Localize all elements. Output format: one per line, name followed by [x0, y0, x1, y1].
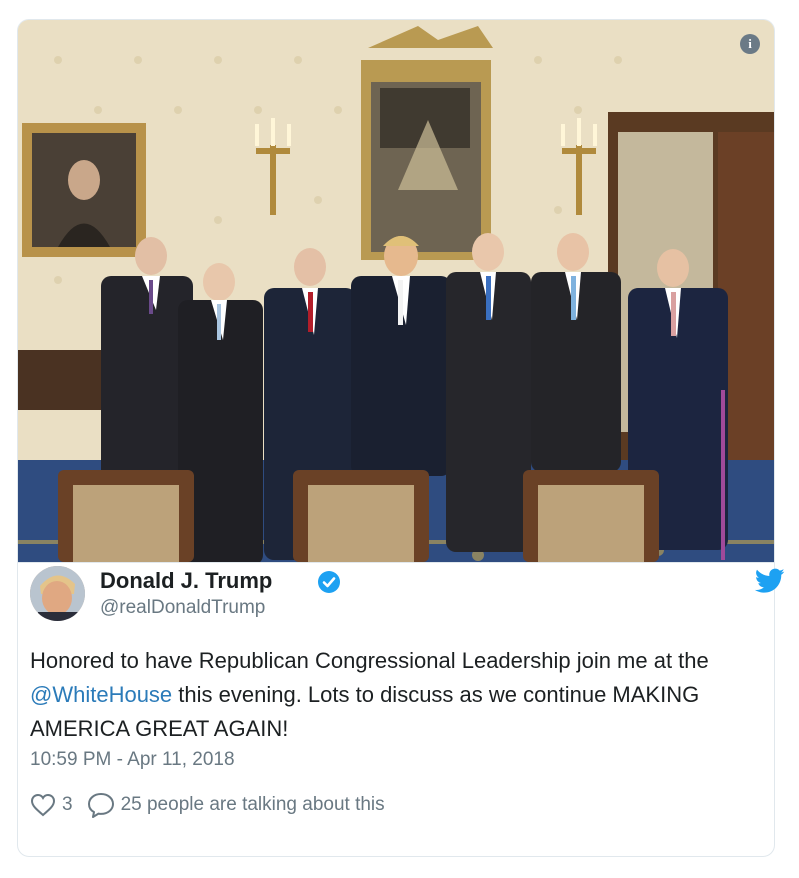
display-name[interactable]: Donald J. Trump	[100, 568, 272, 594]
twitter-bird-icon[interactable]	[755, 568, 785, 594]
tweet-timestamp[interactable]: 10:59 PM - Apr 11, 2018	[30, 749, 235, 771]
tweet-photo[interactable]: i	[18, 20, 774, 563]
verified-badge-icon	[318, 571, 340, 593]
info-icon[interactable]: i	[740, 34, 760, 54]
mention-link[interactable]: @WhiteHouse	[30, 682, 172, 707]
photo-illustration	[18, 20, 774, 562]
talking-label: 25 people are talking about this	[120, 794, 385, 815]
user-handle[interactable]: @realDonaldTrump	[100, 597, 265, 619]
tweet-actions: 3 25 people are talking about this	[30, 790, 385, 820]
tweet-text: Honored to have Republican Congressional…	[30, 644, 730, 746]
like-count: 3	[62, 794, 73, 815]
tweet-header: Donald J. Trump @realDonaldTrump	[30, 566, 730, 622]
avatar[interactable]	[30, 566, 85, 621]
reply-button[interactable]: 25 people are talking about this	[87, 792, 385, 818]
speech-bubble-icon	[87, 793, 114, 818]
like-button[interactable]: 3	[30, 793, 73, 817]
heart-icon	[30, 793, 56, 817]
tweet-text-start: Honored to have Republican Congressional…	[30, 648, 709, 673]
avatar-illustration	[30, 566, 85, 621]
